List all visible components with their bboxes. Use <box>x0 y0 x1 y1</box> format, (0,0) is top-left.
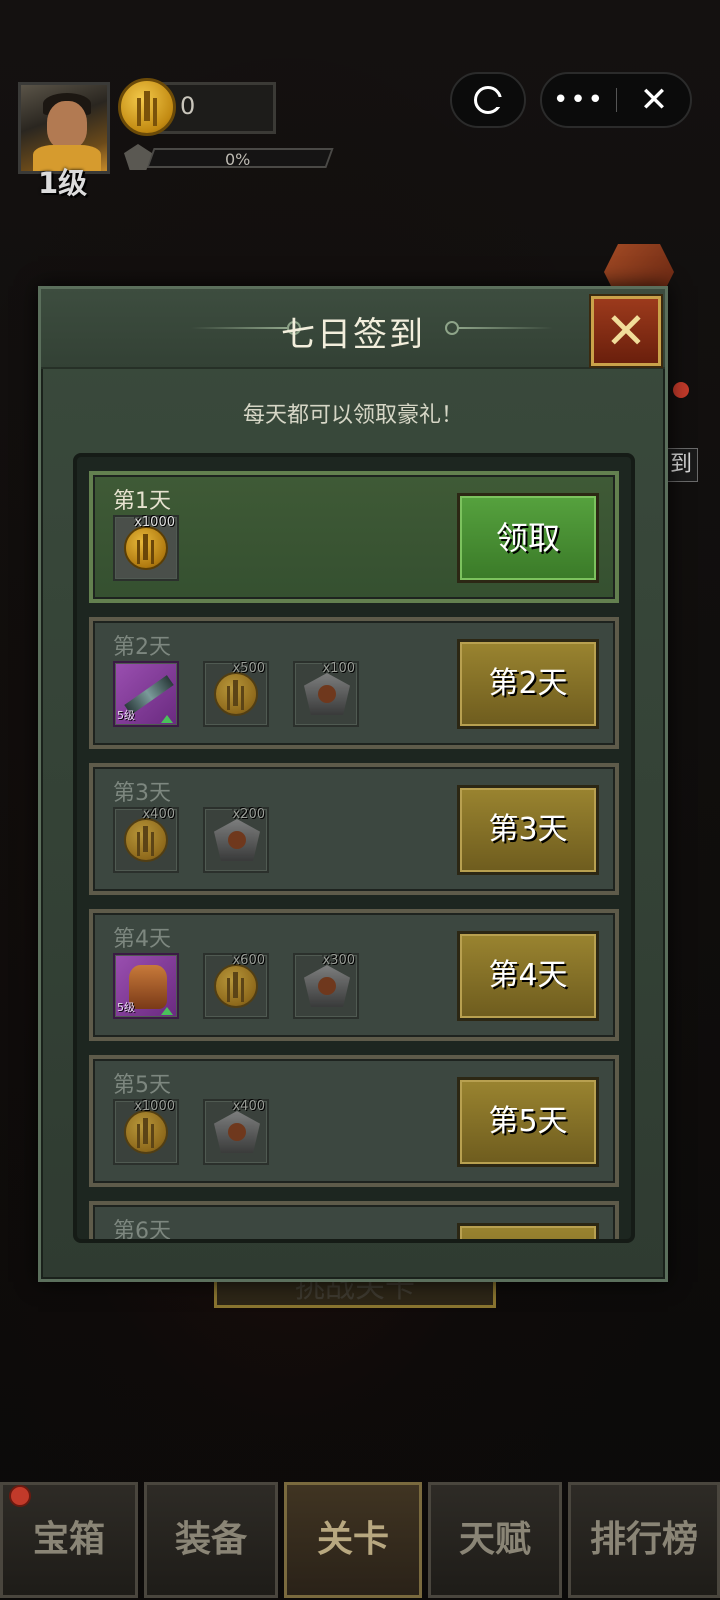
reward-list[interactable]: 第1天 x1000 领取 第2天 5级 x500 x100 第2天 第3天 x4… <box>73 453 635 1243</box>
tab-equipment[interactable]: 装备 <box>144 1482 278 1598</box>
red-dot-icon <box>673 382 689 398</box>
day-row-2: 第2天 5级 x500 x100 第2天 <box>89 617 619 749</box>
day-button[interactable]: 第4天 <box>457 931 599 1021</box>
reward-item[interactable]: x1000 <box>113 1099 179 1165</box>
close-dialog-button[interactable]: ✕ <box>591 296 661 366</box>
reward-item[interactable]: 5级 <box>113 661 179 727</box>
badge-icon <box>304 965 350 1007</box>
close-miniprogram-button[interactable]: ✕ <box>618 74 690 126</box>
claim-button[interactable]: 领取 <box>457 493 599 583</box>
badge-icon <box>214 1111 260 1153</box>
tab-label: 装备 <box>174 1519 247 1560</box>
reward-item[interactable]: x600 <box>203 953 269 1019</box>
coin-icon <box>118 78 176 136</box>
reward-quantity: x300 <box>322 953 355 968</box>
reward-item[interactable]: x500 <box>203 661 269 727</box>
miniprogram-menu-capsule: ••• ✕ <box>540 72 692 128</box>
day-label: 第5天 <box>113 1073 171 1098</box>
reward-quantity: x600 <box>232 953 265 968</box>
coin-icon <box>214 964 258 1008</box>
day-button[interactable] <box>457 1223 599 1239</box>
tab-stage[interactable]: 关卡 <box>284 1482 422 1598</box>
reward-item[interactable]: x300 <box>293 953 359 1019</box>
reward-item[interactable]: x400 <box>113 807 179 873</box>
dialog-header: 七日签到 ✕ <box>41 289 665 369</box>
xp-percent: 0% <box>225 150 251 169</box>
tab-chest[interactable]: 宝箱 <box>0 1482 138 1598</box>
reward-quantity: x400 <box>142 807 175 822</box>
miniprogram-share-capsule <box>450 72 526 128</box>
reward-item[interactable]: x400 <box>203 1099 269 1165</box>
reward-quantity: x100 <box>322 661 355 676</box>
tab-label: 关卡 <box>316 1519 389 1560</box>
tab-leaderboard[interactable]: 排行榜 <box>568 1482 720 1598</box>
day-row-4: 第4天 5级 x600 x300 第4天 <box>89 909 619 1041</box>
title-ornament-right <box>457 327 553 329</box>
tab-talent[interactable]: 天赋 <box>428 1482 562 1598</box>
player-level: 1级 <box>38 166 88 200</box>
coin-icon <box>124 526 168 570</box>
tab-label: 天赋 <box>458 1519 531 1560</box>
day-label: 第6天 <box>113 1219 171 1243</box>
day-label: 第2天 <box>113 635 171 660</box>
coin-icon <box>124 1110 168 1154</box>
capsule-divider <box>616 88 617 112</box>
notification-dot-icon <box>9 1485 31 1507</box>
day-button[interactable]: 第5天 <box>457 1077 599 1167</box>
coin-value: 0 <box>180 92 196 120</box>
reward-item[interactable]: x1000 <box>113 515 179 581</box>
share-button[interactable] <box>452 74 524 126</box>
more-options-button[interactable]: ••• <box>542 74 616 126</box>
day-label: 第4天 <box>113 927 171 952</box>
dialog-title: 七日签到 <box>281 315 425 355</box>
seven-day-checkin-dialog: 七日签到 ✕ 每天都可以领取豪礼！ 第1天 x1000 领取 第2天 5级 x5… <box>38 286 668 1282</box>
side-checkin-tag: 到 <box>664 448 698 482</box>
tab-label: 排行榜 <box>589 1519 698 1560</box>
day-row-3: 第3天 x400 x200 第3天 <box>89 763 619 895</box>
day-row-1: 第1天 x1000 领取 <box>89 471 619 603</box>
item-level: 5级 <box>117 709 135 722</box>
reward-quantity: x200 <box>232 807 265 822</box>
reward-quantity: x400 <box>232 1099 265 1114</box>
share-icon <box>474 86 503 114</box>
reward-item[interactable]: x100 <box>293 661 359 727</box>
upgrade-arrow-icon <box>161 1007 173 1015</box>
reward-quantity: x1000 <box>134 515 175 530</box>
day-row-6: 第6天 <box>89 1201 619 1243</box>
dialog-subtitle: 每天都可以领取豪礼！ <box>242 403 463 428</box>
reward-item[interactable]: x200 <box>203 807 269 873</box>
day-label: 第1天 <box>113 489 171 514</box>
avatar-face <box>47 101 87 149</box>
upgrade-arrow-icon <box>161 715 173 723</box>
coin-icon <box>124 818 168 862</box>
badge-icon <box>214 819 260 861</box>
reward-item[interactable]: 5级 <box>113 953 179 1019</box>
reward-quantity: x500 <box>232 661 265 676</box>
coin-icon <box>214 672 258 716</box>
item-level: 5级 <box>117 1001 135 1014</box>
day-button[interactable]: 第3天 <box>457 785 599 875</box>
tab-label: 宝箱 <box>32 1519 105 1560</box>
bottom-navigation: 宝箱 装备 关卡 天赋 排行榜 <box>0 1478 720 1600</box>
badge-icon <box>304 673 350 715</box>
day-row-5: 第5天 x1000 x400 第5天 <box>89 1055 619 1187</box>
day-label: 第3天 <box>113 781 171 806</box>
day-button[interactable]: 第2天 <box>457 639 599 729</box>
reward-quantity: x1000 <box>134 1099 175 1114</box>
